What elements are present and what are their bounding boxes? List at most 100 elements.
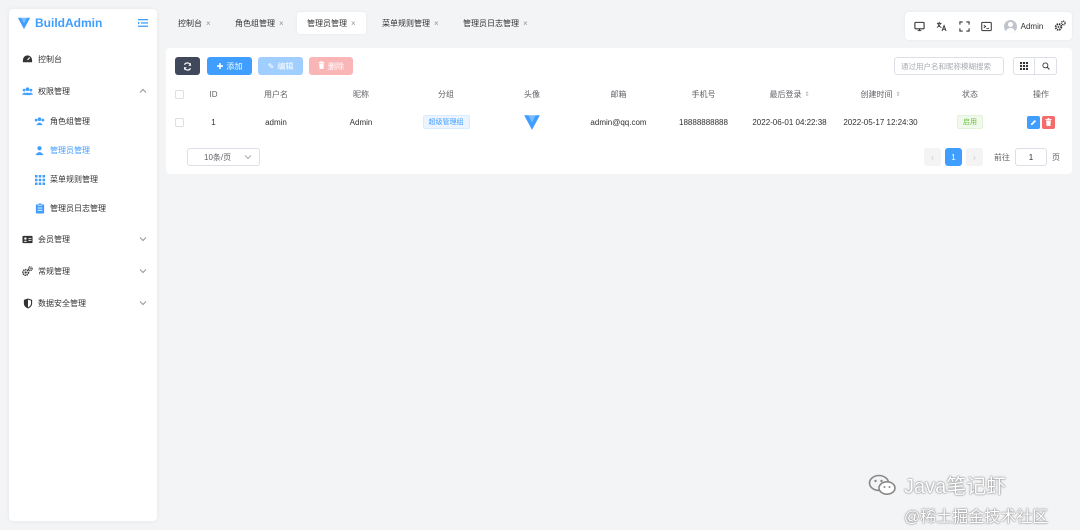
tab-label: 管理员日志管理 bbox=[463, 18, 519, 28]
checkbox[interactable] bbox=[174, 117, 184, 127]
tab-dashboard[interactable]: 控制台 × bbox=[168, 12, 221, 34]
refresh-button[interactable] bbox=[175, 57, 200, 75]
tab-admins[interactable]: 管理员管理 × bbox=[297, 12, 366, 34]
tab-role-groups[interactable]: 角色组管理 × bbox=[225, 12, 294, 34]
checkbox[interactable] bbox=[174, 89, 184, 99]
sort-icon[interactable]: ⇕ bbox=[804, 91, 809, 98]
page-1-button[interactable]: 1 bbox=[945, 148, 962, 166]
row-edit-button[interactable] bbox=[1027, 115, 1040, 129]
nav-tabs-bar: 控制台 × 角色组管理 × 管理员管理 × 菜单规则管理 × 管理员日志管理 × Admi… bbox=[166, 12, 1072, 40]
col-created-label: 创建时间 bbox=[860, 89, 893, 99]
sidebar-item-label: 会员管理 bbox=[38, 234, 70, 244]
tab-label: 管理员管理 bbox=[307, 18, 347, 28]
brand-name: BuildAdmin bbox=[35, 16, 103, 30]
column-toggle-button[interactable] bbox=[1013, 57, 1035, 75]
trash-icon bbox=[318, 61, 325, 71]
next-page-button[interactable]: › bbox=[966, 148, 983, 166]
settings-icon[interactable] bbox=[1054, 20, 1066, 32]
sidebar-item-data-security[interactable]: 数据安全管理 bbox=[9, 287, 157, 319]
chevron-down-icon bbox=[139, 269, 147, 274]
close-icon[interactable]: × bbox=[206, 19, 211, 28]
col-avatar: 头像 bbox=[524, 89, 540, 99]
col-status: 状态 bbox=[962, 89, 978, 99]
row-checkbox[interactable] bbox=[172, 108, 186, 136]
edit-button[interactable]: ✎ 编辑 bbox=[258, 57, 303, 75]
cell-username: admin bbox=[265, 117, 287, 127]
translate-icon[interactable] bbox=[936, 20, 948, 32]
goto-label: 前往 bbox=[994, 152, 1010, 162]
col-email: 邮箱 bbox=[610, 89, 627, 99]
user-group-icon bbox=[34, 116, 45, 127]
chevron-down-icon bbox=[244, 155, 252, 160]
cell-avatar bbox=[497, 108, 567, 136]
cell-created: 2022-05-17 12:24:30 bbox=[843, 117, 918, 127]
delete-button[interactable]: 删除 bbox=[309, 57, 353, 75]
cell-status: 启用 bbox=[934, 108, 1006, 136]
sidebar-item-members[interactable]: 会员管理 bbox=[9, 223, 157, 255]
col-actions: 操作 bbox=[1033, 89, 1049, 99]
tab-menu-rules[interactable]: 菜单规则管理 × bbox=[372, 12, 449, 34]
tab-label: 菜单规则管理 bbox=[382, 18, 430, 28]
cell-id: 1 bbox=[211, 117, 216, 127]
close-icon[interactable]: × bbox=[434, 19, 439, 28]
prev-page-button[interactable]: ‹ bbox=[924, 148, 941, 166]
user-menu[interactable]: Admin bbox=[1003, 19, 1044, 33]
close-icon[interactable]: × bbox=[351, 19, 356, 28]
table-row: 1 admin Admin 超级管理组 admin@qq.com 1888888… bbox=[166, 108, 1072, 136]
close-icon[interactable]: × bbox=[279, 19, 284, 28]
sidebar-item-label: 角色组管理 bbox=[50, 117, 90, 126]
sidebar-item-menu-rules[interactable]: 菜单规则管理 bbox=[9, 165, 157, 194]
menu-fold-icon[interactable] bbox=[137, 17, 149, 29]
grid-icon bbox=[34, 174, 45, 185]
page-size-select[interactable]: 10条/页 bbox=[187, 148, 260, 166]
sidebar-item-label: 管理员管理 bbox=[50, 146, 90, 155]
status-badge: 启用 bbox=[957, 115, 983, 129]
col-username: 用户名 bbox=[264, 89, 288, 99]
clipboard-icon bbox=[34, 203, 45, 214]
close-icon[interactable]: × bbox=[523, 19, 528, 28]
tab-admin-logs[interactable]: 管理员日志管理 × bbox=[453, 12, 538, 34]
cell-last-login: 2022-06-01 04:22:38 bbox=[752, 117, 827, 127]
row-delete-button[interactable] bbox=[1042, 115, 1055, 129]
col-last-login[interactable]: 最后登录 ⇕ bbox=[742, 84, 837, 104]
col-created[interactable]: 创建时间 ⇕ bbox=[833, 84, 928, 104]
add-button[interactable]: ✚ 添加 bbox=[207, 57, 252, 75]
pencil-icon: ✎ bbox=[267, 61, 275, 71]
sidebar-item-role-groups[interactable]: 角色组管理 bbox=[9, 107, 157, 136]
sort-icon[interactable]: ⇕ bbox=[895, 91, 900, 98]
tab-label: 角色组管理 bbox=[235, 18, 275, 28]
sidebar-item-dashboard[interactable]: 控制台 bbox=[9, 43, 157, 75]
user-icon bbox=[34, 145, 45, 156]
col-last-login-label: 最后登录 bbox=[769, 89, 802, 99]
dashboard-icon bbox=[22, 54, 33, 65]
cell-nickname: Admin bbox=[349, 117, 373, 127]
col-mobile: 手机号 bbox=[691, 89, 716, 99]
select-all-checkbox[interactable] bbox=[172, 84, 186, 104]
plus-icon: ✚ bbox=[216, 61, 224, 71]
page-unit-label: 页 bbox=[1052, 152, 1060, 162]
col-id: ID bbox=[209, 89, 218, 99]
terminal-icon[interactable] bbox=[981, 20, 993, 32]
user-name: Admin bbox=[1020, 21, 1044, 31]
avatar bbox=[1003, 19, 1017, 33]
sidebar-item-general[interactable]: 常规管理 bbox=[9, 255, 157, 287]
watermark-line1: Java笔记虾 bbox=[904, 476, 1007, 498]
chevron-up-icon bbox=[139, 88, 147, 93]
sidebar-item-admins[interactable]: 管理员管理 bbox=[9, 136, 157, 165]
fullscreen-icon[interactable] bbox=[958, 20, 970, 32]
users-icon bbox=[22, 86, 33, 97]
sidebar-item-label: 常规管理 bbox=[38, 266, 70, 276]
sidebar-menu: 控制台 权限管理 角色组管理 管理员管理 菜单规则管理 管理员日志管理 会员管理… bbox=[9, 43, 157, 319]
col-group: 分组 bbox=[438, 89, 454, 99]
search-button[interactable] bbox=[1035, 57, 1057, 75]
search-input[interactable]: 通过用户名和昵称模糊搜索 bbox=[894, 57, 1004, 75]
sidebar-item-permissions[interactable]: 权限管理 bbox=[9, 75, 157, 107]
chevron-left-icon: ‹ bbox=[931, 152, 934, 162]
admin-table-panel: ✚ 添加 ✎ 编辑 删除 通过用户名和昵称模糊搜索 ID 用户名 昵称 分组 头像 … bbox=[166, 48, 1072, 174]
goto-page-input[interactable]: 1 bbox=[1015, 148, 1047, 166]
sidebar-item-admin-logs[interactable]: 管理员日志管理 bbox=[9, 194, 157, 223]
sidebar-item-label: 权限管理 bbox=[38, 86, 70, 96]
monitor-icon[interactable] bbox=[913, 20, 925, 32]
page-size-value: 10条/页 bbox=[204, 152, 232, 162]
sidebar: BuildAdmin 控制台 权限管理 角色组管理 管理员管理 菜单规则管理 管… bbox=[9, 9, 157, 521]
